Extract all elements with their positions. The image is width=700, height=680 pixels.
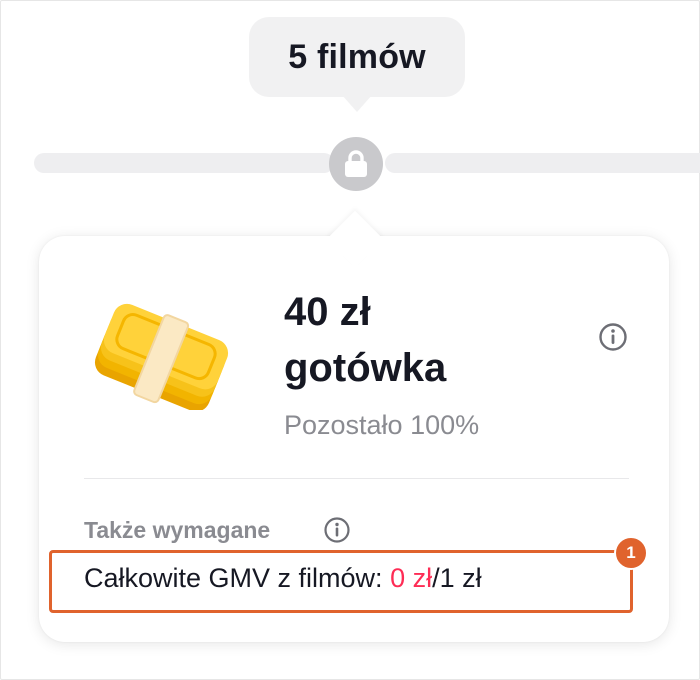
lock-icon: [345, 150, 367, 177]
divider: [84, 478, 629, 479]
info-icon[interactable]: [598, 322, 628, 352]
milestone-tooltip-tail: [342, 95, 372, 112]
reward-amount: 40 zł: [284, 290, 371, 334]
gmv-requirement: Całkowite GMV z filmów: 0 zł/1 zł: [84, 563, 482, 594]
requirements-info-icon[interactable]: [323, 516, 351, 544]
progress-track-left: [34, 153, 334, 173]
gmv-current-value: 0 zł: [390, 563, 433, 593]
reward-type: gotówka: [284, 346, 447, 390]
milestone-label: 5 filmów: [288, 37, 426, 76]
cash-stack-icon: [94, 303, 229, 410]
milestone-tooltip: 5 filmów: [249, 17, 465, 97]
annotation-badge: 1: [614, 536, 648, 570]
reward-remaining: Pozostało 100%: [284, 410, 480, 440]
progress-track-right: [385, 153, 700, 173]
gmv-separator: /: [432, 563, 440, 593]
requirements-heading: Także wymagane: [84, 517, 271, 543]
gmv-label: Całkowite GMV z filmów:: [84, 563, 391, 593]
gmv-target-value: 1 zł: [439, 563, 482, 593]
milestone-lock[interactable]: [329, 137, 383, 191]
